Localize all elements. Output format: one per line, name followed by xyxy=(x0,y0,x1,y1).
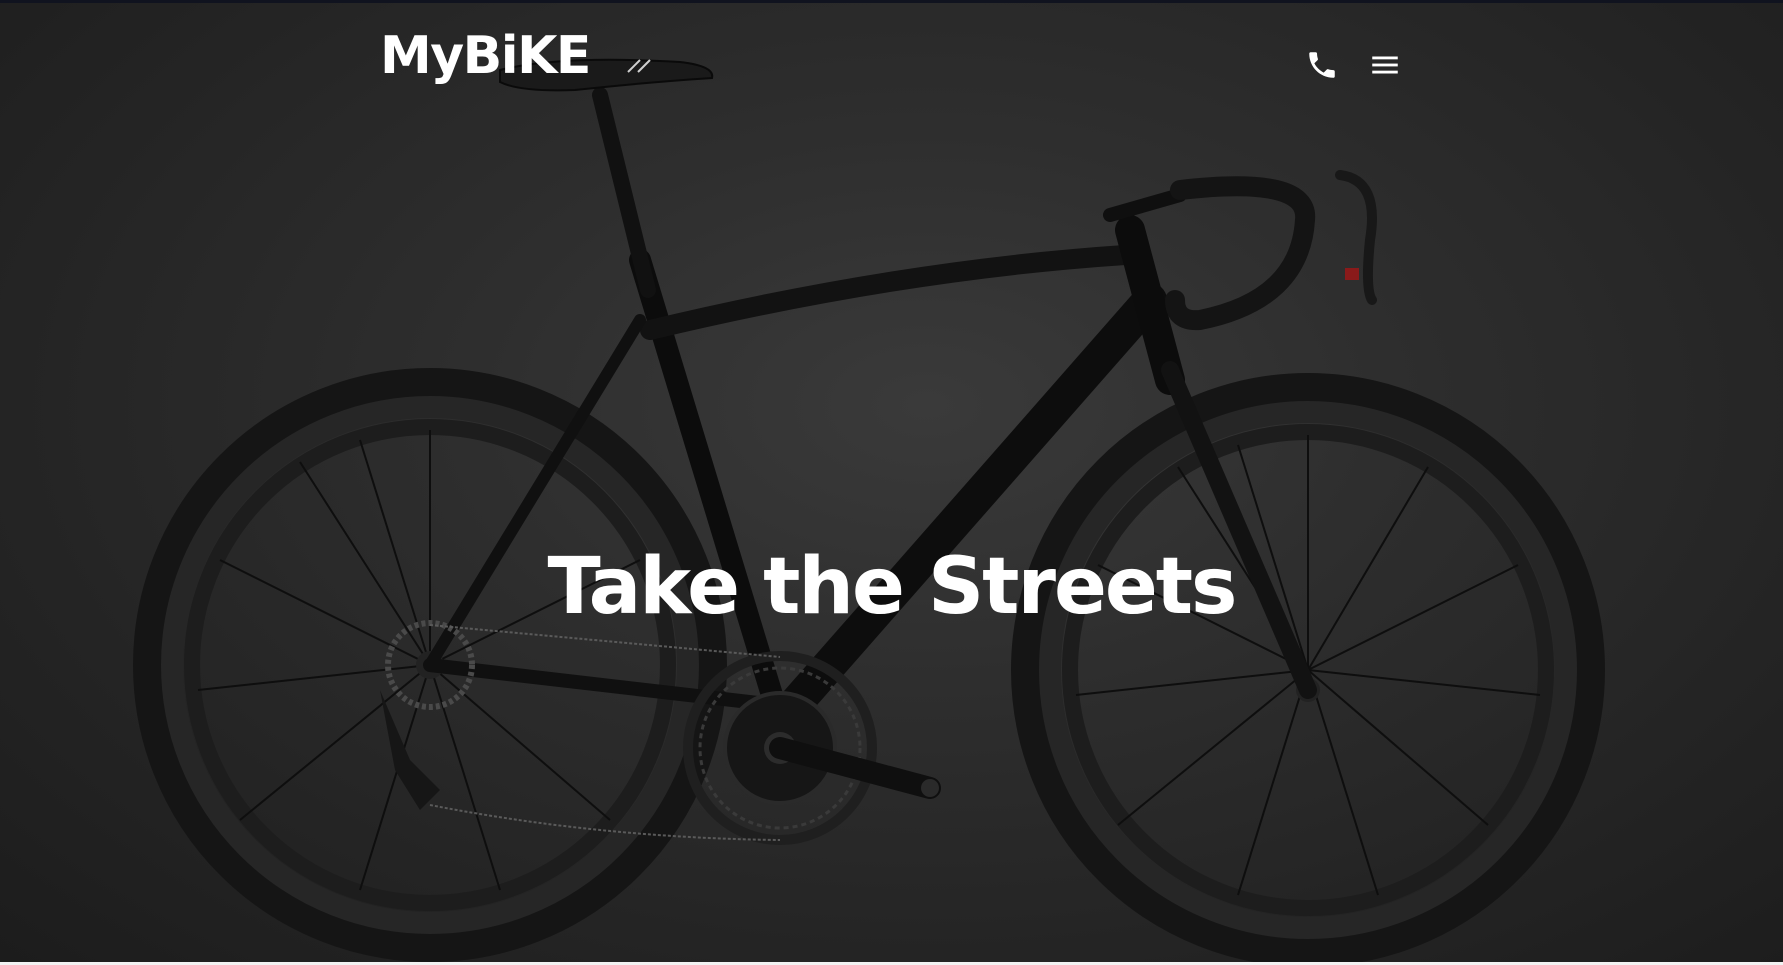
menu-icon[interactable] xyxy=(1368,48,1402,82)
site-header: MyBiKE xyxy=(0,0,1783,140)
hero-page: MyBiKE Take the Streets xyxy=(0,0,1783,965)
brand-logo[interactable]: MyBiKE xyxy=(380,30,591,82)
hero-bicycle-image xyxy=(133,58,1605,965)
hero-headline: Take the Streets xyxy=(547,542,1238,632)
phone-icon[interactable] xyxy=(1305,48,1339,82)
